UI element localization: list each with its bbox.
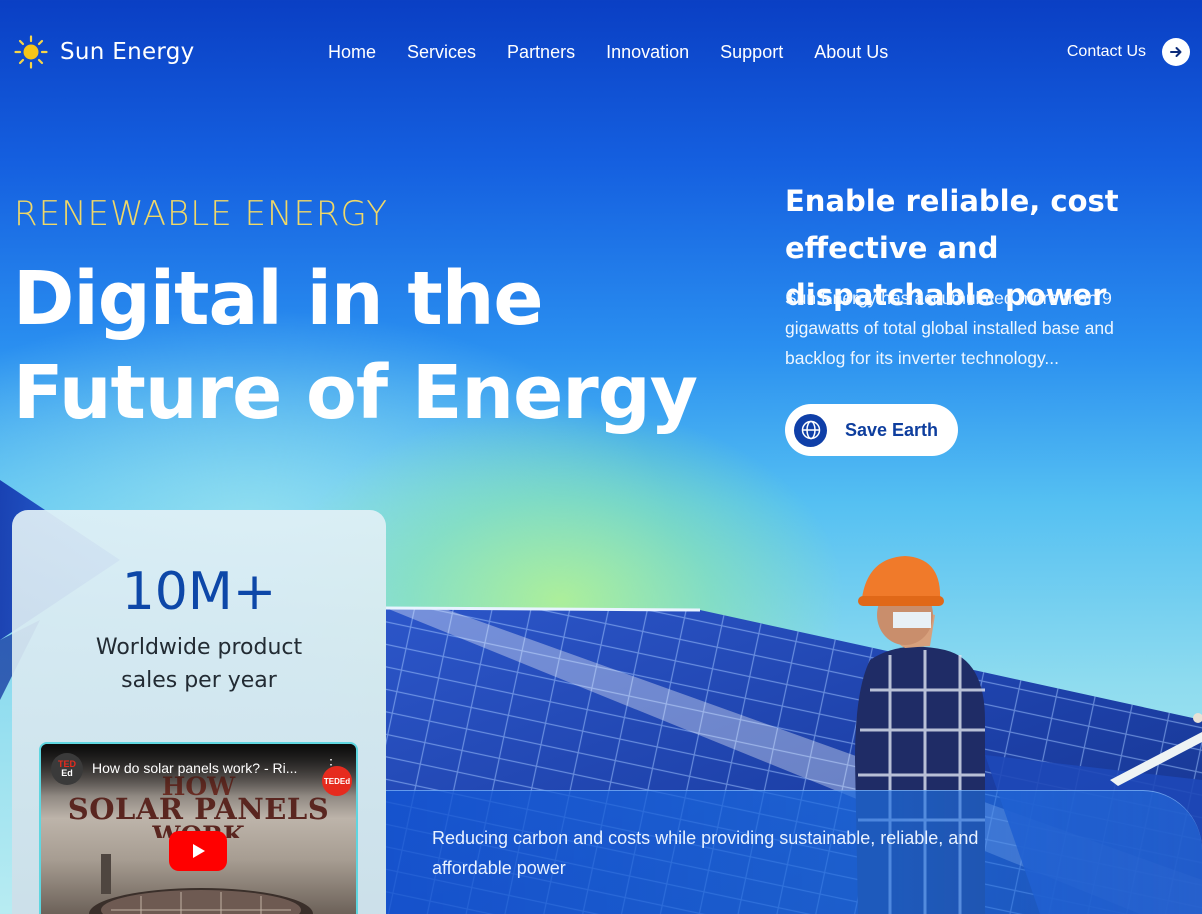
stat-value: 10M+ [121, 562, 277, 622]
side-description: Sun Energy has accumulated more than 9 g… [785, 288, 1114, 368]
band-text: Reducing carbon and costs while providin… [432, 828, 979, 878]
brand-name: Sun Energy [60, 39, 195, 65]
main-menu: Home Services Partners Innovation Suppor… [328, 42, 888, 63]
nav-link-innovation[interactable]: Innovation [606, 42, 689, 63]
save-earth-label: Save Earth [845, 419, 939, 440]
ted-ed-badge: TEDEd [322, 766, 352, 796]
stats-card: 10M+ Worldwide product sales per year HO… [12, 510, 386, 914]
channel-avatar-bottom: Ed [61, 768, 73, 778]
video-title[interactable]: How do solar panels work? - Ri... [92, 760, 297, 776]
sun-icon [14, 35, 48, 69]
nav-link-partners[interactable]: Partners [507, 42, 575, 63]
channel-avatar[interactable]: TED Ed [51, 753, 83, 785]
arrow-right-icon [1162, 38, 1190, 66]
nav-link-services[interactable]: Services [407, 42, 476, 63]
save-earth-button[interactable]: Save Earth [785, 404, 958, 456]
headline-line-2: Future of Energy [13, 350, 698, 436]
play-icon[interactable] [169, 831, 227, 871]
video-embed[interactable]: HOW SOLAR PANELS WORK TED Ed How do sola… [39, 742, 358, 914]
more-options-icon[interactable]: ⋮ [324, 757, 338, 771]
globe-icon [794, 413, 827, 447]
top-navigation: Sun Energy Home Services Partners Innova… [0, 0, 1202, 104]
hero-headline: Digital in the Future of Energy [13, 252, 698, 440]
bottom-info-band: Reducing carbon and costs while providin… [386, 790, 1202, 914]
nav-link-about-us[interactable]: About Us [814, 42, 888, 63]
nav-link-home[interactable]: Home [328, 42, 376, 63]
headline-line-1: Digital in the [13, 256, 544, 342]
stat-label: Worldwide product sales per year [95, 635, 303, 693]
contact-us-label: Contact Us [1066, 43, 1146, 60]
contact-us-button[interactable]: Contact Us [1067, 38, 1190, 66]
nav-link-support[interactable]: Support [720, 42, 783, 63]
hero-eyebrow: RENEWABLE ENERGY [14, 194, 388, 234]
brand-logo[interactable]: Sun Energy [14, 35, 195, 69]
